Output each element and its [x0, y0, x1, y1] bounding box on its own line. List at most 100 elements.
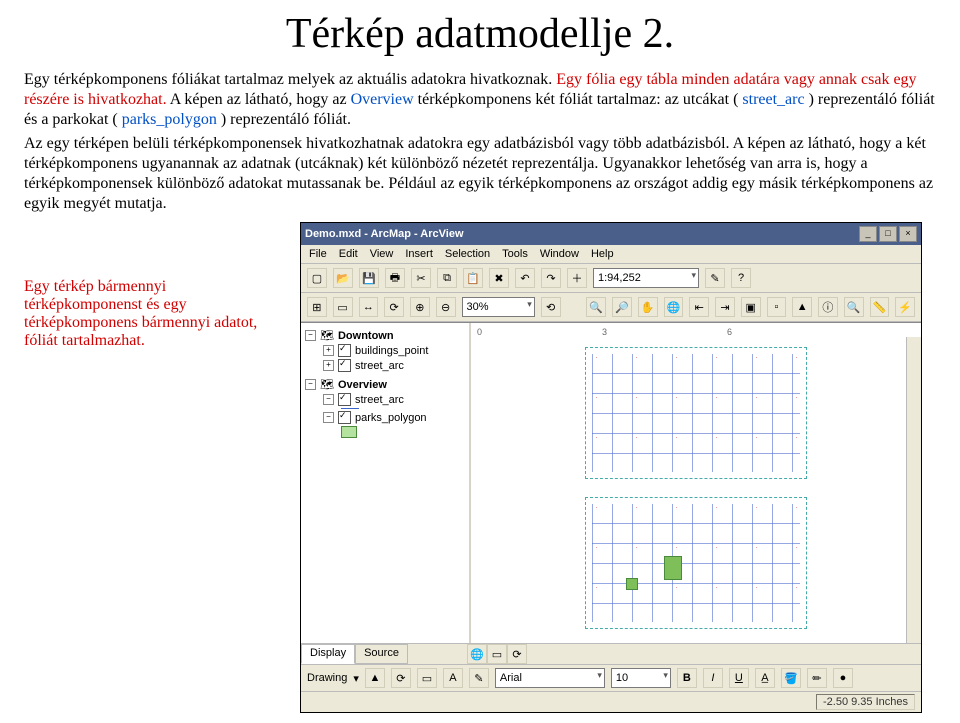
refresh-view-icon[interactable]: ⟳: [507, 644, 527, 664]
toc-layer-parks-polygon[interactable]: − parks_polygon: [323, 411, 465, 424]
layer-visibility-checkbox[interactable]: [338, 344, 351, 357]
editor-icon[interactable]: ✎: [705, 268, 725, 288]
zoom-in-fixed-icon[interactable]: ⊕: [410, 297, 430, 317]
zoom-value: 30%: [467, 301, 489, 313]
page-canvas[interactable]: [485, 337, 907, 643]
help-icon[interactable]: ?: [731, 268, 751, 288]
prev-extent-icon[interactable]: ⇤: [689, 297, 709, 317]
font-family-value: Arial: [500, 672, 522, 684]
toc-frame-downtown[interactable]: − 🗺 Downtown: [305, 329, 465, 342]
menu-view[interactable]: View: [370, 248, 394, 260]
select-features-icon[interactable]: ▣: [741, 297, 761, 317]
print-icon[interactable]: 🖶: [385, 268, 405, 288]
font-family-combo[interactable]: Arial: [495, 668, 605, 688]
globe-icon[interactable]: 🌐: [664, 297, 684, 317]
expand-icon[interactable]: +: [323, 360, 334, 371]
ruler-mark: 0: [477, 327, 482, 337]
rectangle-tool-icon[interactable]: ▭: [417, 668, 437, 688]
find-icon[interactable]: 🔍: [844, 297, 864, 317]
line-color-icon[interactable]: ✏: [807, 668, 827, 688]
add-data-icon[interactable]: ＋: [567, 268, 587, 288]
fit-width-icon[interactable]: ↔: [359, 297, 379, 317]
open-icon[interactable]: 📂: [333, 268, 353, 288]
zoom-out-fixed-icon[interactable]: ⊖: [436, 297, 456, 317]
menu-insert[interactable]: Insert: [405, 248, 433, 260]
cut-icon[interactable]: ✂: [411, 268, 431, 288]
next-extent-icon[interactable]: ⇥: [715, 297, 735, 317]
map-layout-view[interactable]: 0 3 6: [471, 323, 921, 643]
collapse-icon[interactable]: −: [305, 330, 316, 341]
collapse-icon[interactable]: −: [323, 394, 334, 405]
full-extent-icon[interactable]: ⊞: [307, 297, 327, 317]
expand-icon[interactable]: +: [323, 345, 334, 356]
dropdown-icon[interactable]: ▾: [353, 672, 359, 685]
copy-icon[interactable]: ⧉: [437, 268, 457, 288]
select-element-icon[interactable]: ▲: [365, 668, 385, 688]
pan-icon[interactable]: ✋: [638, 297, 658, 317]
frame2-name: Overview: [338, 379, 387, 391]
text-tool-icon[interactable]: A: [443, 668, 463, 688]
collapse-icon[interactable]: −: [323, 412, 334, 423]
intro-text-f: ) reprezentáló fóliát.: [221, 111, 351, 128]
zoom-combo[interactable]: 30%: [462, 297, 535, 317]
toc-layer-buildings-point[interactable]: + buildings_point: [323, 344, 465, 357]
refresh-icon[interactable]: ⟲: [541, 297, 561, 317]
zoom-out-icon[interactable]: 🔎: [612, 297, 632, 317]
redo-icon[interactable]: ↷: [541, 268, 561, 288]
close-button[interactable]: ×: [899, 226, 917, 242]
save-icon[interactable]: 💾: [359, 268, 379, 288]
frame-icon: 🗺: [320, 378, 334, 391]
new-doc-icon[interactable]: ▢: [307, 268, 327, 288]
identify-icon[interactable]: ⓘ: [818, 297, 838, 317]
toc-tab-source[interactable]: Source: [355, 644, 408, 664]
collapse-icon[interactable]: −: [305, 379, 316, 390]
measure-icon[interactable]: 📏: [870, 297, 890, 317]
fill-color-icon[interactable]: 🪣: [781, 668, 801, 688]
layer-visibility-checkbox[interactable]: [338, 393, 351, 406]
zoom-100-icon[interactable]: ⟳: [384, 297, 404, 317]
delete-icon[interactable]: ✖: [489, 268, 509, 288]
maximize-button[interactable]: □: [879, 226, 897, 242]
marker-color-icon[interactable]: ●: [833, 668, 853, 688]
scale-value: 1:94,252: [598, 272, 641, 284]
map-frame-downtown[interactable]: [585, 347, 807, 479]
toc-layer-street-arc-1[interactable]: + street_arc: [323, 359, 465, 372]
vertical-ruler: [471, 337, 486, 643]
map-frame-overview[interactable]: [585, 497, 807, 629]
vertical-scrollbar[interactable]: [906, 337, 921, 643]
minimize-button[interactable]: _: [859, 226, 877, 242]
rotate-icon[interactable]: ⟳: [391, 668, 411, 688]
menu-file[interactable]: File: [309, 248, 327, 260]
bold-button[interactable]: B: [677, 668, 697, 688]
menu-help[interactable]: Help: [591, 248, 614, 260]
layout-view-icon[interactable]: ▭: [487, 644, 507, 664]
intro-text-c: A képen az látható, hogy az: [170, 91, 351, 108]
ruler-mark: 3: [602, 327, 607, 337]
font-size-combo[interactable]: 10: [611, 668, 671, 688]
underline-button[interactable]: U: [729, 668, 749, 688]
italic-button[interactable]: I: [703, 668, 723, 688]
menu-window[interactable]: Window: [540, 248, 579, 260]
data-view-icon[interactable]: 🌐: [467, 644, 487, 664]
menu-tools[interactable]: Tools: [502, 248, 528, 260]
hyperlink-icon[interactable]: ⚡: [895, 297, 915, 317]
layer4-name: parks_polygon: [355, 412, 427, 424]
clear-selection-icon[interactable]: ▫: [767, 297, 787, 317]
zoom-in-icon[interactable]: 🔍: [586, 297, 606, 317]
toc-frame-overview[interactable]: − 🗺 Overview: [305, 378, 465, 391]
layer-visibility-checkbox[interactable]: [338, 359, 351, 372]
edit-vertices-icon[interactable]: ✎: [469, 668, 489, 688]
undo-icon[interactable]: ↶: [515, 268, 535, 288]
toc-tab-display[interactable]: Display: [301, 644, 355, 664]
select-elements-icon[interactable]: ▲: [792, 297, 812, 317]
client-area: − 🗺 Downtown + buildings_point + street_…: [301, 322, 921, 643]
layer-visibility-checkbox[interactable]: [338, 411, 351, 424]
menu-edit[interactable]: Edit: [339, 248, 358, 260]
scale-combo[interactable]: 1:94,252: [593, 268, 699, 288]
fit-page-icon[interactable]: ▭: [333, 297, 353, 317]
font-color-icon[interactable]: A̲: [755, 668, 775, 688]
menu-selection[interactable]: Selection: [445, 248, 490, 260]
paste-icon[interactable]: 📋: [463, 268, 483, 288]
toc-layer-street-arc-2[interactable]: − street_arc: [323, 393, 465, 406]
page-title: Térkép adatmodellje 2.: [24, 10, 936, 58]
